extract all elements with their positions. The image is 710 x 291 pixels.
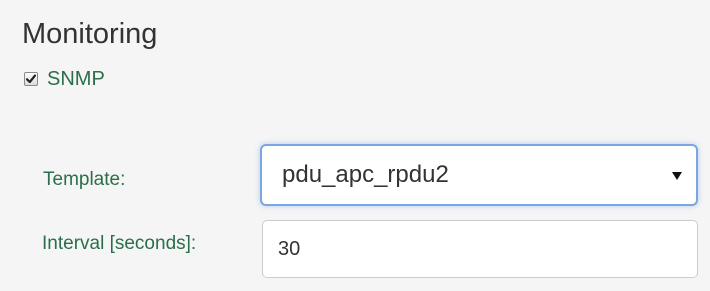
snmp-label[interactable]: SNMP — [47, 68, 105, 91]
checkmark-icon — [25, 74, 37, 84]
section-title-monitoring: Monitoring — [22, 18, 158, 50]
template-label: Template: — [43, 169, 126, 190]
caret-down-icon — [672, 172, 682, 180]
snmp-checkbox[interactable] — [24, 72, 38, 86]
interval-label: Interval [seconds]: — [42, 233, 197, 254]
interval-input[interactable] — [262, 220, 698, 278]
template-select[interactable]: pdu_apc_rpdu2 — [260, 144, 698, 206]
snmp-option[interactable]: SNMP — [24, 67, 105, 91]
template-selected-value: pdu_apc_rpdu2 — [282, 161, 449, 188]
